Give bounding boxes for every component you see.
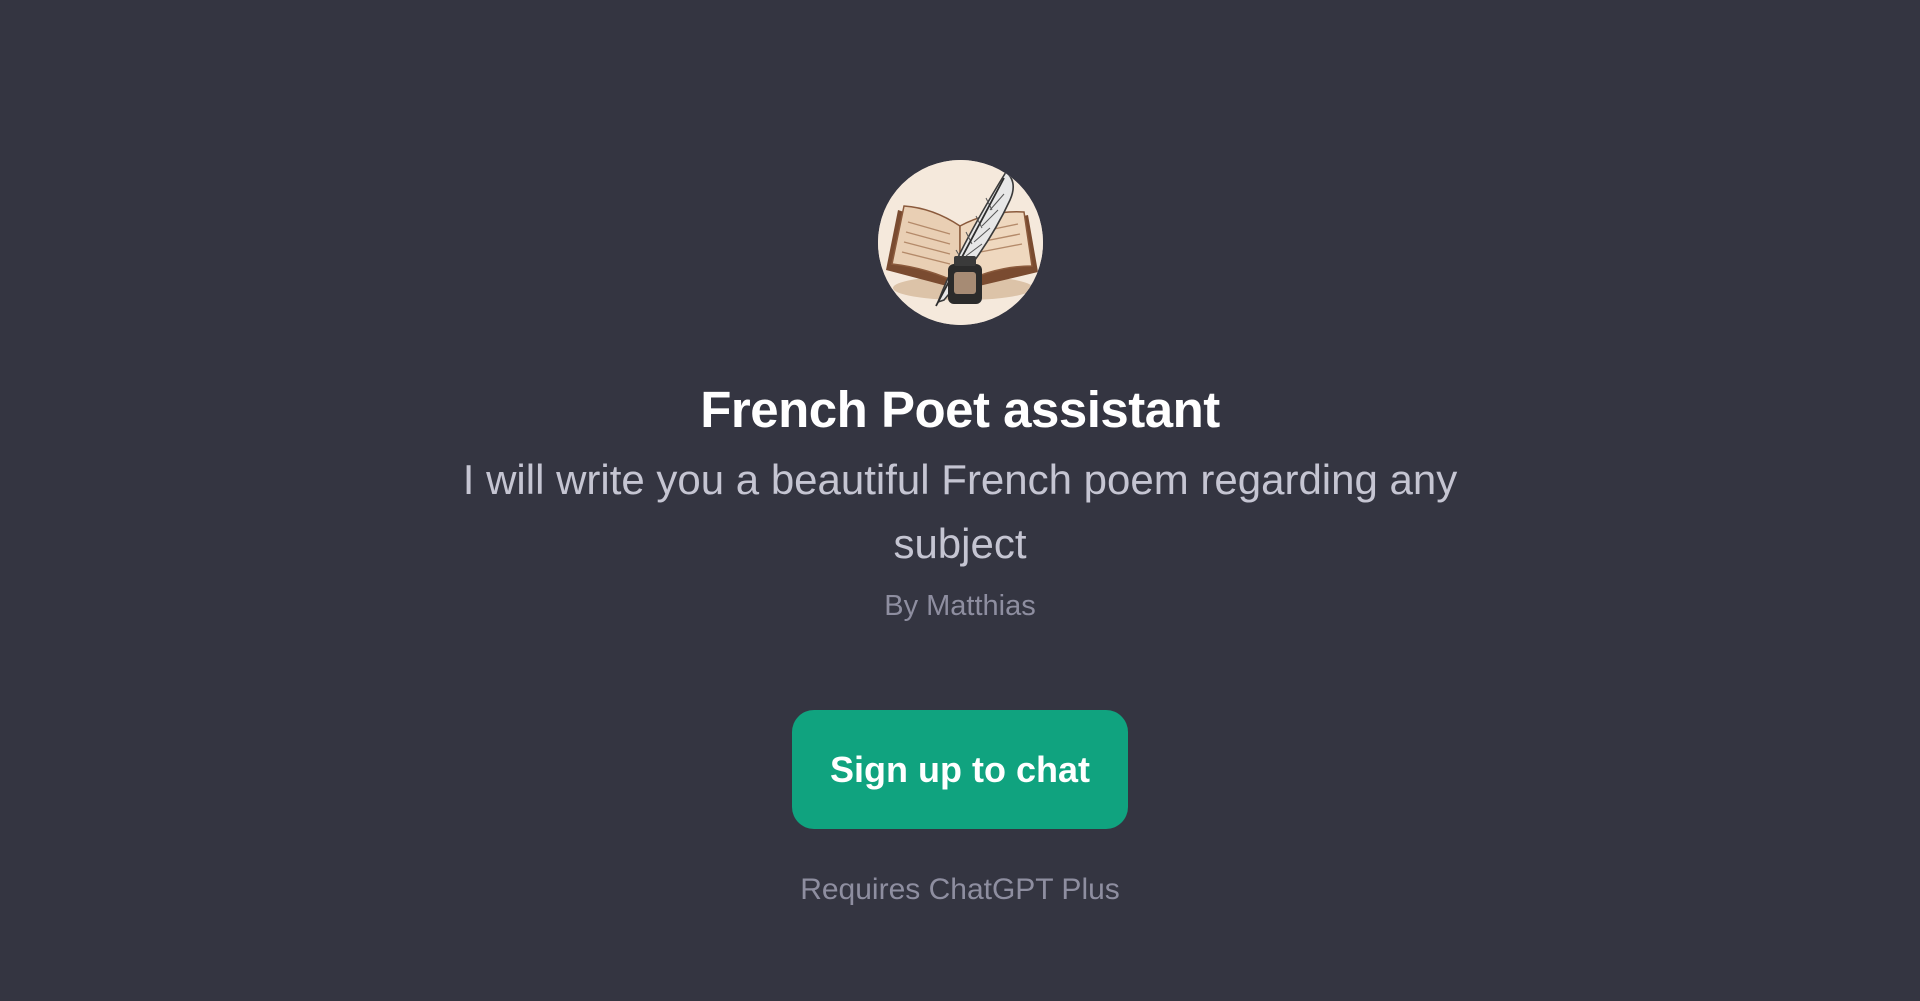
quill-and-book-icon (878, 160, 1043, 325)
gpt-description: I will write you a beautiful French poem… (462, 456, 1458, 567)
requirement-note: Requires ChatGPT Plus (800, 873, 1120, 906)
gpt-avatar (878, 160, 1043, 325)
gpt-title: French Poet assistant (700, 381, 1220, 438)
gpt-landing-page: French Poet assistant I will write you a… (0, 0, 1920, 1001)
signup-button[interactable]: Sign up to chat (792, 710, 1128, 829)
gpt-author: By Matthias (884, 590, 1036, 622)
